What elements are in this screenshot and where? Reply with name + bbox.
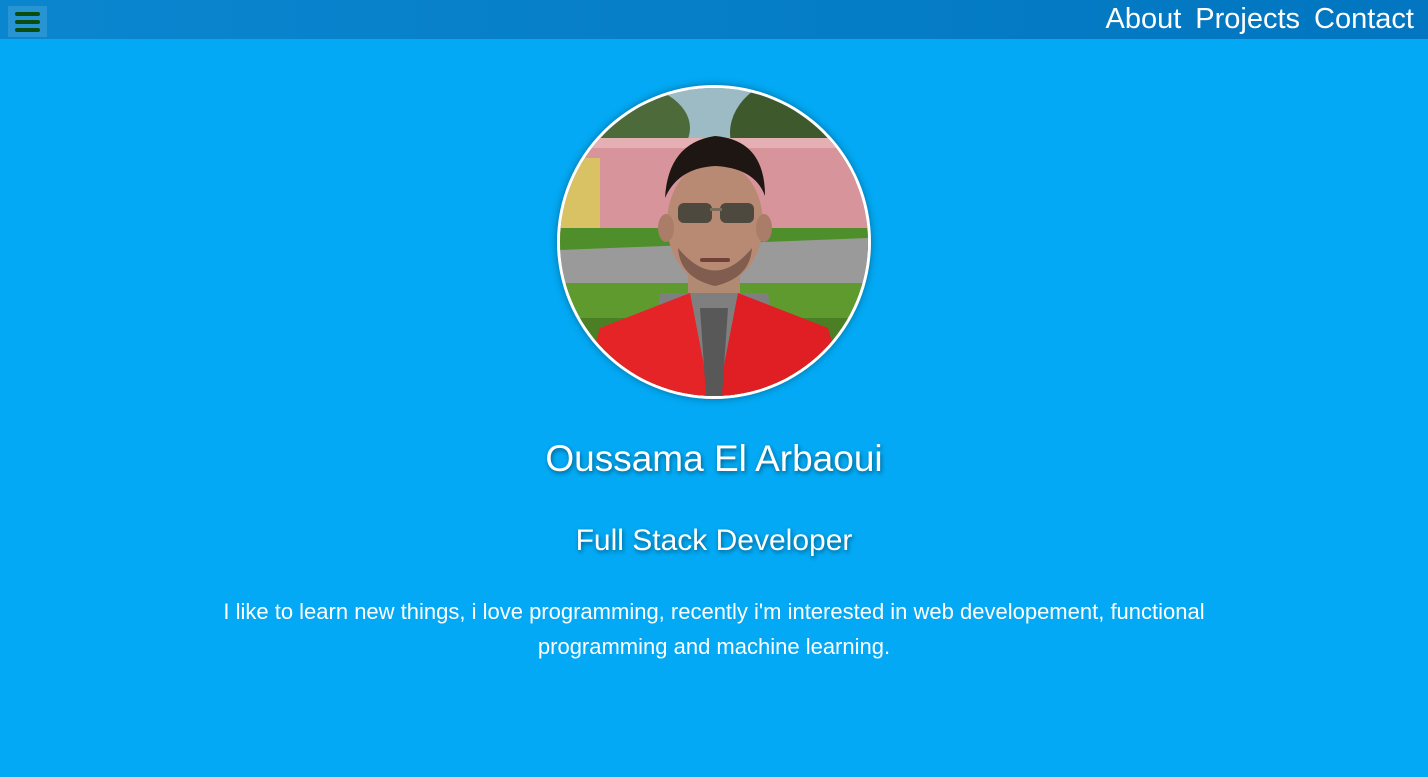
profile-role: Full Stack Developer xyxy=(575,524,853,557)
profile-photo xyxy=(560,88,868,396)
menu-button[interactable] xyxy=(8,6,47,37)
nav-link-projects[interactable]: Projects xyxy=(1195,0,1300,39)
nav-link-about[interactable]: About xyxy=(1105,0,1181,39)
profile-name: Oussama El Arbaoui xyxy=(545,438,883,479)
hamburger-menu-icon-bar xyxy=(15,28,40,32)
profile-bio: I like to learn new things, i love progr… xyxy=(223,599,1205,659)
hamburger-menu-icon xyxy=(15,12,40,16)
hamburger-menu-icon-bar xyxy=(15,20,40,24)
main-nav: About Projects Contact xyxy=(1105,0,1414,39)
nav-link-contact[interactable]: Contact xyxy=(1314,0,1414,39)
top-navbar: About Projects Contact xyxy=(0,0,1428,39)
profile-avatar xyxy=(557,85,871,399)
